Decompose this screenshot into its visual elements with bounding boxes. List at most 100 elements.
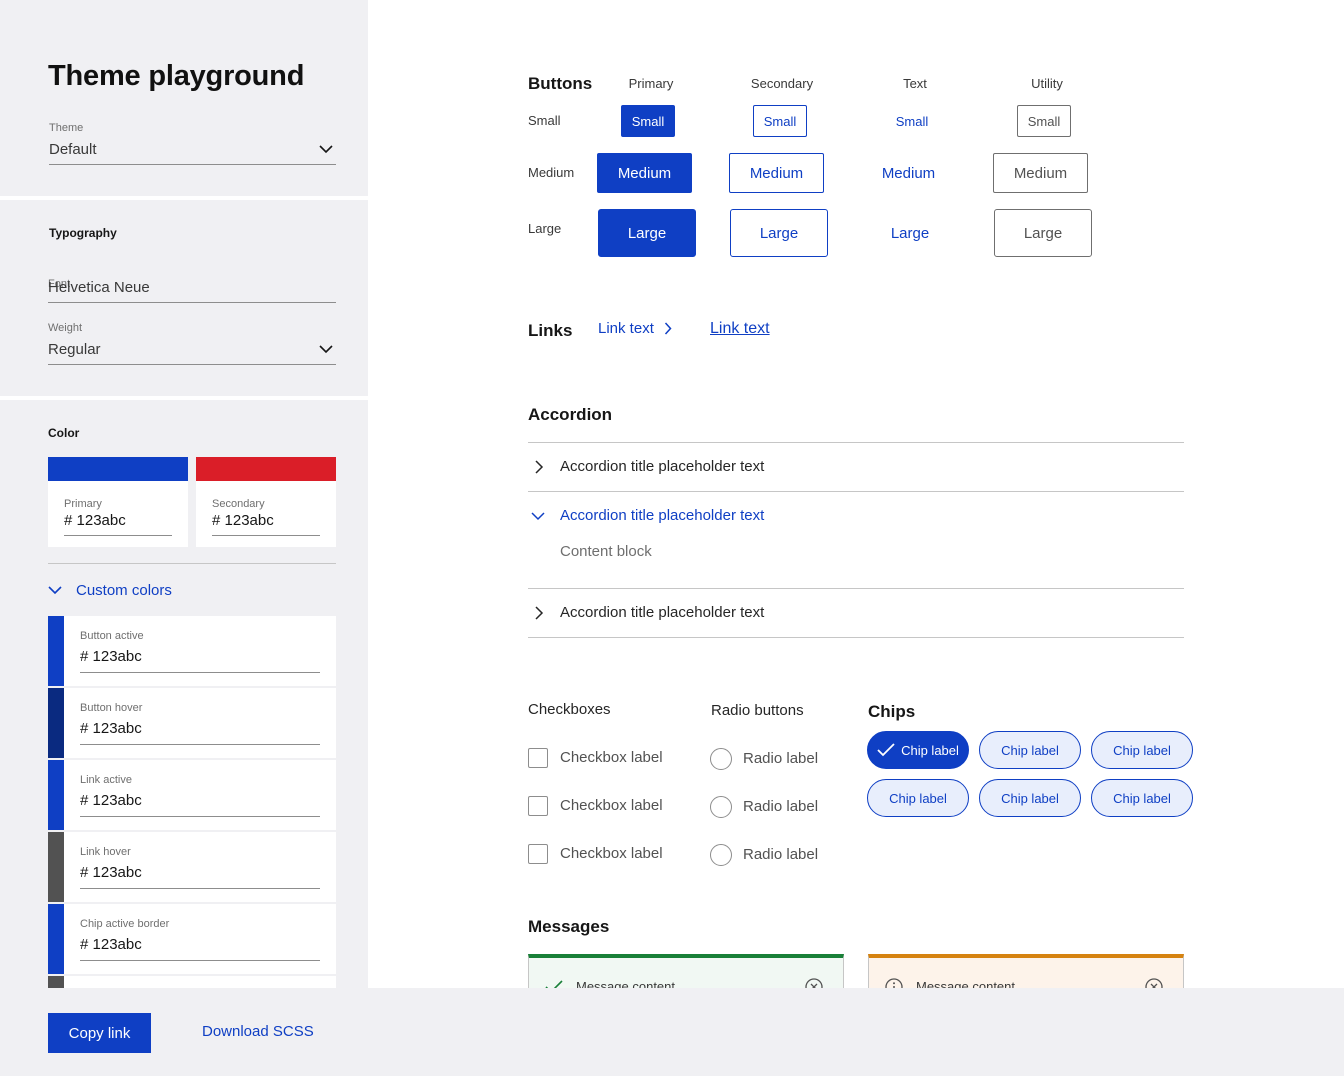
chip-active[interactable]: Chip label [867, 731, 969, 769]
accordion-title: Accordion title placeholder text [560, 604, 765, 621]
custom-color-underline [80, 672, 320, 673]
buttons-heading: Buttons [528, 74, 593, 93]
utility-small-button[interactable]: Small [1017, 105, 1071, 137]
chevron-down-icon [319, 145, 333, 154]
checkbox[interactable] [528, 748, 548, 768]
primary-small-button[interactable]: Small [621, 105, 675, 137]
success-message: Message content [528, 954, 844, 988]
checkbox[interactable] [528, 844, 548, 864]
chip[interactable]: Chip label [1091, 779, 1193, 817]
font-underline [48, 302, 336, 303]
secondary-large-button[interactable]: Large [730, 209, 828, 257]
footer-bar: Copy link Download SCSS [0, 988, 1344, 1076]
text-medium-button[interactable]: Medium [861, 153, 956, 193]
weight-value: Regular [48, 341, 101, 358]
primary-color-field[interactable]: Primary # 123abc [48, 457, 188, 547]
text-large-button[interactable]: Large [861, 209, 959, 257]
checkboxes-heading: Checkboxes [528, 701, 611, 718]
radio-label: Radio label [743, 750, 819, 767]
secondary-label: Secondary [212, 498, 265, 510]
custom-color-underline [80, 888, 320, 889]
warning-message: Message content [868, 954, 1184, 988]
typography-section: Typography Font Helvetica Neue Weight Re… [0, 200, 368, 396]
primary-large-button[interactable]: Large [598, 209, 696, 257]
chip-label: Chip label [1001, 742, 1059, 758]
utility-large-button[interactable]: Large [994, 209, 1092, 257]
custom-color-value: # 123abc [80, 792, 142, 809]
secondary-medium-button[interactable]: Medium [729, 153, 824, 193]
preview-panel: Buttons Primary Secondary Text Utility S… [368, 0, 1344, 988]
accordion-content: Content block [560, 543, 652, 560]
theme-label: Theme [49, 122, 84, 134]
custom-color-row[interactable] [48, 976, 336, 988]
chip[interactable]: Chip label [867, 779, 969, 817]
secondary-underline [212, 535, 320, 536]
copy-link-button[interactable]: Copy link [48, 1013, 151, 1053]
custom-color-label: Link hover [80, 846, 131, 858]
radio-button[interactable] [710, 796, 732, 818]
secondary-color-field[interactable]: Secondary # 123abc [196, 457, 336, 547]
checkbox-label: Checkbox label [560, 797, 663, 814]
chevron-down-icon [531, 512, 545, 521]
custom-color-value: # 123abc [80, 936, 142, 953]
chevron-right-icon [535, 606, 544, 620]
text-small-button[interactable]: Small [885, 105, 939, 137]
theme-underline [49, 164, 336, 165]
weight-underline [48, 364, 336, 365]
typography-title: Typography [49, 226, 117, 240]
custom-color-swatch [48, 976, 64, 988]
custom-color-label: Button active [80, 630, 144, 642]
primary-medium-button[interactable]: Medium [597, 153, 692, 193]
radio-button[interactable] [710, 748, 732, 770]
link-with-chevron[interactable]: Link text [598, 320, 672, 337]
chip-label: Chip label [1113, 742, 1171, 758]
radio-buttons-heading: Radio buttons [711, 702, 804, 719]
column-header-text: Text [903, 76, 927, 91]
chip-label: Chip label [1113, 790, 1171, 806]
accordion-title: Accordion title placeholder text [560, 458, 765, 475]
custom-colors-toggle[interactable]: Custom colors [48, 578, 172, 602]
link-text: Link text [598, 320, 654, 337]
custom-color-label: Button hover [80, 702, 143, 714]
primary-value: # 123abc [64, 512, 126, 529]
close-circle-icon[interactable] [1145, 978, 1163, 988]
custom-color-row[interactable]: Button hover # 123abc [48, 688, 336, 758]
radio-label: Radio label [743, 846, 819, 863]
radio-button[interactable] [710, 844, 732, 866]
links-heading: Links [528, 321, 573, 340]
message-text: Message content [576, 979, 676, 988]
checkbox[interactable] [528, 796, 548, 816]
chip[interactable]: Chip label [979, 731, 1081, 769]
chip-label: Chip label [901, 742, 959, 758]
chip[interactable]: Chip label [1091, 731, 1193, 769]
chevron-right-icon [535, 460, 544, 474]
utility-medium-button[interactable]: Medium [993, 153, 1088, 193]
column-header-utility: Utility [1031, 76, 1063, 91]
custom-color-row[interactable]: Link hover # 123abc [48, 832, 336, 902]
custom-color-swatch [48, 904, 64, 974]
custom-color-label: Link active [80, 774, 132, 786]
message-text: Message content [916, 979, 1016, 988]
checkbox-label: Checkbox label [560, 749, 663, 766]
custom-color-value: # 123abc [80, 648, 142, 665]
checkmark-icon [877, 743, 895, 757]
chip[interactable]: Chip label [979, 779, 1081, 817]
custom-color-row[interactable]: Link active # 123abc [48, 760, 336, 830]
custom-color-swatch [48, 832, 64, 902]
close-circle-icon[interactable] [805, 978, 823, 988]
checkmark-icon [545, 980, 563, 988]
custom-color-swatch [48, 616, 64, 686]
custom-color-underline [80, 816, 320, 817]
custom-color-swatch [48, 760, 64, 830]
custom-color-row[interactable]: Button active # 123abc [48, 616, 336, 686]
download-scss-link[interactable]: Download SCSS [202, 1023, 314, 1040]
chevron-right-icon [664, 322, 672, 335]
row-label-large: Large [528, 221, 562, 236]
secondary-small-button[interactable]: Small [753, 105, 807, 137]
custom-colors-label: Custom colors [76, 581, 172, 599]
primary-label: Primary [64, 498, 102, 510]
underlined-link[interactable]: Link text [710, 320, 770, 338]
column-header-secondary: Secondary [750, 76, 814, 91]
custom-color-row[interactable]: Chip active border # 123abc [48, 904, 336, 974]
weight-label: Weight [48, 322, 83, 334]
